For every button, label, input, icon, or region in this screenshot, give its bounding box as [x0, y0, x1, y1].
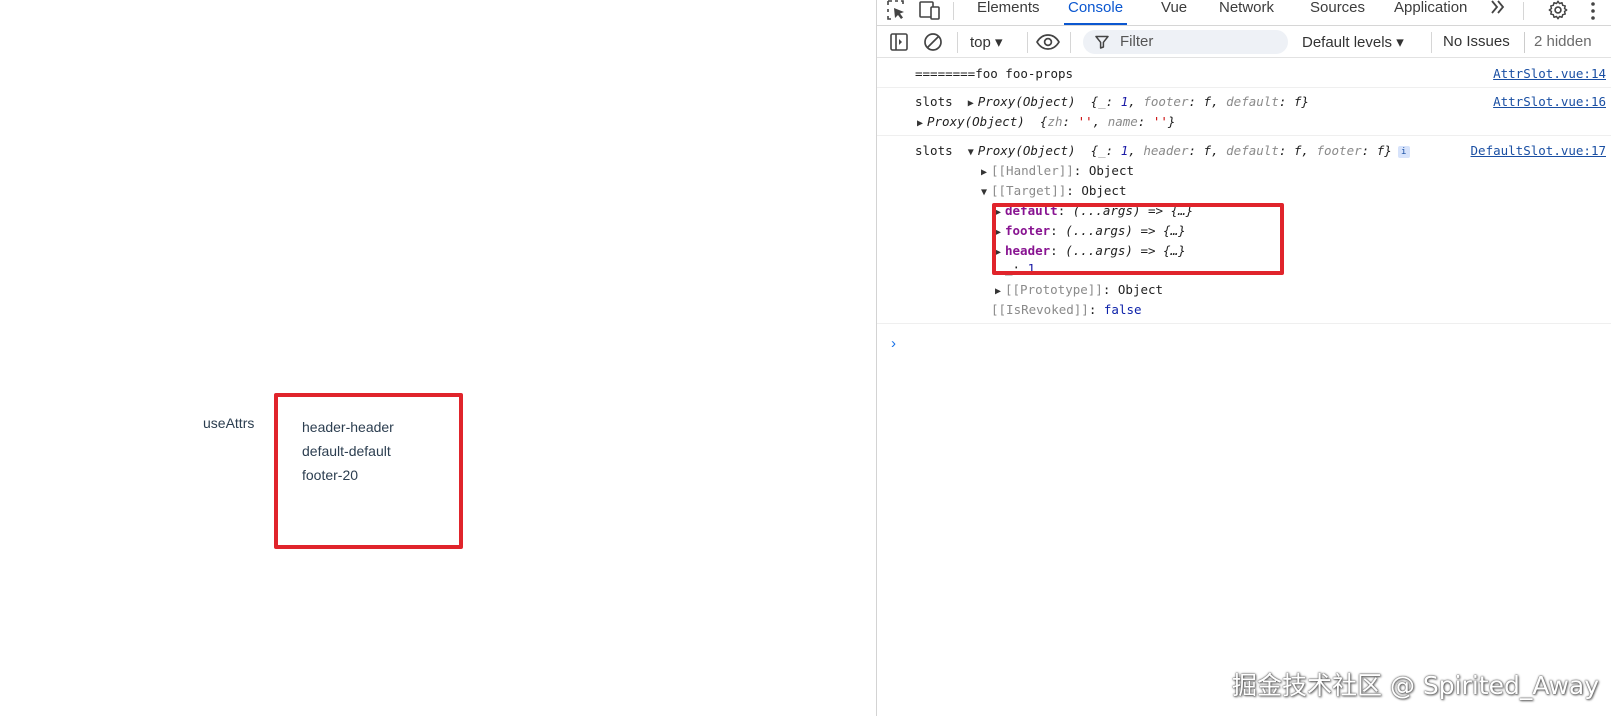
issues-counter[interactable]: No Issues [1443, 33, 1510, 50]
prop-value: f [1376, 143, 1385, 158]
log-divider [877, 87, 1611, 88]
tree-key: [[IsRevoked]] [991, 302, 1089, 317]
console-toolbar: top ▾ Filter Default levels ▾ No Issues … [877, 27, 1611, 58]
prop-value: '' [1077, 114, 1093, 129]
filter-input[interactable]: Filter [1083, 30, 1288, 54]
tab-console[interactable]: Console [1063, 0, 1128, 25]
tree-value: Object [1088, 163, 1135, 178]
tree-handler[interactable]: ▶ [[Handler]]: Object [981, 163, 1134, 178]
log-label: slots [915, 143, 953, 158]
expand-triangle-icon[interactable]: ▶ [968, 98, 978, 109]
tree-is-revoked: [[IsRevoked]]: false [991, 302, 1142, 317]
prop-key: zh [1047, 114, 1063, 129]
log-line-4: slots ▼ Proxy(Object) {_: 1, header: f, d… [915, 143, 1410, 158]
sidebar-toggle-icon[interactable] [889, 32, 909, 57]
tree-key: [[Prototype]] [1005, 282, 1103, 297]
tree-value: false [1103, 302, 1142, 317]
tabbar-separator [953, 2, 954, 20]
log-line-2: slots ▶ Proxy(Object) {_: 1, footer: f, d… [915, 94, 1309, 109]
prop-key: name [1107, 114, 1138, 129]
tree-value: Object [1117, 282, 1164, 297]
tab-network[interactable]: Network [1219, 0, 1274, 25]
prop-key: default [1226, 94, 1279, 109]
tab-application[interactable]: Application [1394, 0, 1467, 25]
prop-key: default [1226, 143, 1279, 158]
collapse-triangle-icon[interactable]: ▼ [981, 187, 991, 198]
proxy-type[interactable]: Proxy(Object) [978, 143, 1076, 158]
devtools-tabbar: Elements Console Vue Network Sources App… [877, 0, 1611, 26]
prop-key: _ [1098, 94, 1106, 109]
log-line-1: ========foo foo-props [915, 66, 1074, 81]
log-divider [877, 323, 1611, 324]
proxy-type[interactable]: Proxy(Object) [978, 94, 1076, 109]
tab-vue[interactable]: Vue [1161, 0, 1187, 25]
console-prompt[interactable]: › [891, 335, 896, 352]
tree-target[interactable]: ▼ [[Target]]: Object [981, 183, 1126, 198]
filter-funnel-icon [1095, 35, 1109, 54]
hidden-messages-count: 2 hidden [1534, 33, 1592, 50]
expand-triangle-icon[interactable]: ▶ [917, 118, 927, 129]
proxy-type[interactable]: Proxy(Object) [927, 114, 1025, 129]
clear-console-icon[interactable] [923, 32, 943, 57]
tree-key: [[Handler]] [991, 163, 1074, 178]
prop-value: 1 [1120, 143, 1129, 158]
toolbar-separator [957, 32, 958, 53]
devtools-panel: Elements Console Vue Network Sources App… [876, 0, 1611, 716]
log-divider [877, 135, 1611, 136]
console-highlight-box [992, 203, 1284, 275]
tree-key: [[Target]] [991, 183, 1067, 198]
collapse-triangle-icon[interactable]: ▼ [968, 147, 978, 158]
page-highlight-box [274, 393, 463, 549]
use-attrs-label: useAttrs [203, 415, 255, 431]
brace-open: { [1090, 94, 1099, 109]
tree-prototype[interactable]: ▶ [[Prototype]]: Object [995, 282, 1163, 297]
page-viewport: useAttrs header-header default-default f… [0, 0, 876, 716]
toolbar-separator-4 [1431, 32, 1432, 53]
expand-triangle-icon[interactable]: ▶ [995, 286, 1005, 297]
prop-key: footer [1316, 143, 1362, 158]
prop-value: f [1203, 143, 1212, 158]
toolbar-separator-3 [1070, 32, 1071, 53]
live-expression-eye-icon[interactable] [1035, 33, 1061, 56]
log-levels-dropdown[interactable]: Default levels ▾ [1302, 33, 1404, 51]
log-label: slots [915, 94, 953, 109]
prop-key: _ [1098, 143, 1106, 158]
device-toolbar-icon[interactable] [918, 0, 942, 22]
source-link-attrslot-16[interactable]: AttrSlot.vue:16 [1493, 94, 1606, 109]
prop-value: f [1293, 143, 1302, 158]
settings-gear-icon[interactable] [1547, 0, 1569, 26]
inspect-element-icon[interactable] [885, 0, 909, 22]
tabbar-separator-2 [1523, 2, 1524, 20]
log-line-3: ▶ Proxy(Object) {zh: '', name: ''} [917, 114, 1175, 129]
object-preview: {zh: '', name: ''} [1039, 114, 1176, 129]
tab-sources[interactable]: Sources [1310, 0, 1365, 25]
tab-elements[interactable]: Elements [977, 0, 1040, 25]
more-tabs-icon[interactable] [1489, 0, 1507, 21]
object-preview: {_: 1, header: f, default: f, footer: f} [1090, 143, 1392, 158]
prop-value: f [1203, 94, 1212, 109]
object-preview: {_: 1, footer: f, default: f} [1090, 94, 1309, 109]
prop-key: footer [1143, 94, 1189, 109]
info-icon[interactable]: i [1397, 145, 1410, 158]
prop-value: '' [1152, 114, 1168, 129]
toolbar-separator-2 [1027, 32, 1028, 53]
expand-triangle-icon[interactable]: ▶ [981, 167, 991, 178]
filter-placeholder: Filter [1120, 33, 1154, 50]
prop-key: header [1143, 143, 1189, 158]
context-selector[interactable]: top ▾ [970, 33, 1003, 51]
tree-value: Object [1081, 183, 1127, 198]
watermark: 掘金技术社区 @ Spirited_Away [1232, 671, 1600, 700]
source-link-defaultslot-17[interactable]: DefaultSlot.vue:17 [1471, 143, 1606, 158]
prop-value: 1 [1120, 94, 1129, 109]
source-link-attrslot-14[interactable]: AttrSlot.vue:14 [1493, 66, 1606, 81]
brace-close: } [1301, 94, 1309, 109]
more-options-icon[interactable] [1588, 0, 1598, 27]
toolbar-separator-5 [1524, 32, 1525, 53]
